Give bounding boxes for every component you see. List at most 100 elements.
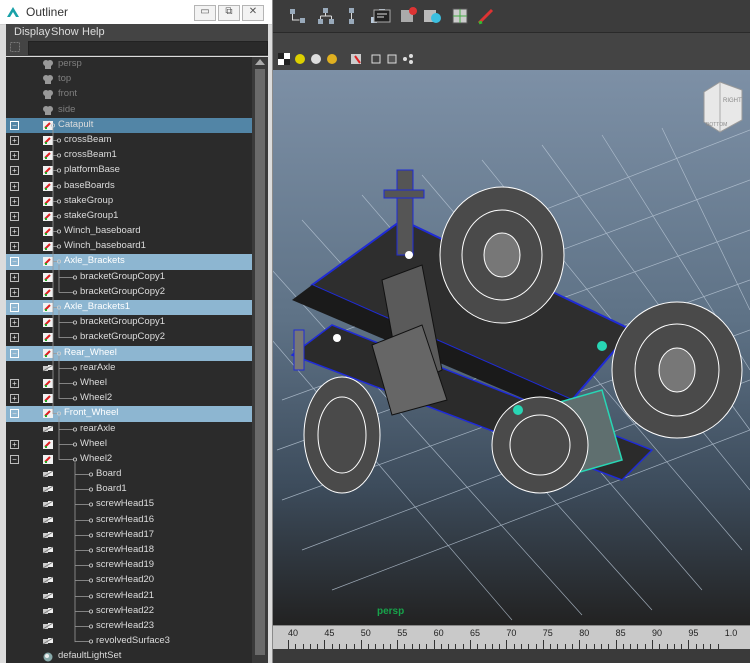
checker-icon[interactable] (278, 53, 290, 65)
timeline-tick-label: 1.0 (724, 628, 738, 638)
outliner-item[interactable]: + baseBoards (6, 179, 252, 194)
outliner-item-label: persp (58, 58, 82, 69)
outliner-item-label: Winch_baseboard1 (64, 240, 146, 252)
timeline-tick-label: 85 (615, 628, 626, 638)
camera-icon (43, 90, 53, 100)
outliner-item[interactable]: top (6, 72, 252, 87)
camera-label: persp (377, 606, 405, 617)
scroll-up-arrow[interactable] (255, 59, 265, 65)
outliner-item[interactable]: − Rear_Wheel (6, 345, 252, 361)
sphere-icon[interactable] (422, 6, 442, 26)
outliner-item[interactable]: − Front_Wheel (6, 406, 252, 422)
close-button[interactable]: ✕ (242, 5, 264, 21)
restore-button[interactable]: ⧉ (218, 5, 240, 21)
camera-icon (43, 60, 53, 69)
cube-icon[interactable] (450, 6, 470, 26)
menu-display[interactable]: Display (14, 26, 50, 38)
outliner-item-label: screwHead21 (96, 589, 155, 601)
outliner-item[interactable]: + bracketGroupCopy1 (6, 270, 252, 285)
outliner-item-label: side (58, 103, 76, 115)
outliner-item-label: front (58, 88, 78, 100)
outliner-item[interactable]: Board (6, 467, 252, 482)
outliner-item[interactable]: screwHead15 (6, 497, 252, 512)
outliner-item[interactable]: screwHead19 (6, 558, 252, 573)
tree-connector (53, 153, 62, 158)
outliner-item[interactable]: + stakeGroup (6, 194, 252, 209)
outliner-item[interactable]: + stakeGroup1 (6, 209, 252, 224)
outliner-item[interactable]: − Wheel2 (6, 452, 252, 467)
hierarchy-icon[interactable] (288, 6, 308, 26)
outliner-item[interactable]: persp (6, 57, 252, 72)
display-icon[interactable] (372, 6, 392, 26)
outliner-item-label: bracketGroupCopy2 (80, 285, 166, 297)
cube-icon[interactable] (370, 53, 382, 65)
tree-connector (53, 184, 62, 189)
timeline-tick-label: 50 (360, 628, 371, 638)
outliner-item-label: baseBoards (64, 179, 115, 191)
outliner-item[interactable]: screwHead22 (6, 604, 252, 619)
outliner-item[interactable]: revolvedSurface3 (6, 634, 252, 649)
perspective-viewport[interactable]: RIGHT BOTTOM persp (272, 70, 750, 625)
outliner-item[interactable]: side (6, 103, 252, 118)
outliner-item[interactable]: + crossBeam (6, 133, 252, 148)
menu-show[interactable]: Show (51, 26, 79, 38)
outliner-item[interactable]: screwHead23 (6, 619, 252, 634)
share-icon[interactable] (402, 53, 414, 65)
outliner-item[interactable]: + Winch_baseboard (6, 224, 252, 239)
light-bulb-icon[interactable] (326, 53, 338, 65)
outliner-item[interactable]: − Catapult (6, 117, 252, 133)
outliner-item[interactable]: rearAxle (6, 422, 252, 437)
outliner-item[interactable]: + bracketGroupCopy2 (6, 285, 252, 300)
outliner-item[interactable]: screwHead21 (6, 589, 252, 604)
cube-icon[interactable] (386, 53, 398, 65)
outliner-item-label: Wheel2 (80, 392, 113, 404)
hierarchy-icon[interactable] (342, 6, 362, 26)
outliner-item[interactable]: rearAxle (6, 361, 252, 376)
outliner-item[interactable]: + crossBeam1 (6, 148, 252, 163)
scrollbar[interactable] (252, 57, 268, 663)
viewport-scene: RIGHT BOTTOM (272, 81, 750, 621)
paint-icon[interactable] (476, 6, 496, 26)
light-icon[interactable] (398, 6, 418, 26)
outliner-item[interactable]: + bracketGroupCopy1 (6, 315, 252, 330)
outliner-item-label: Board1 (96, 483, 127, 495)
outliner-item[interactable]: + platformBase (6, 163, 252, 178)
tree-connector (53, 214, 62, 219)
lightset-icon (43, 652, 53, 662)
outliner-item[interactable]: + Winch_baseboard1 (6, 239, 252, 254)
outliner-item-label: screwHead23 (96, 619, 155, 631)
outliner-item[interactable]: screwHead17 (6, 528, 252, 543)
tree-connector (53, 351, 62, 356)
minimize-button[interactable]: ▭ (194, 5, 216, 21)
scroll-thumb[interactable] (255, 69, 265, 655)
time-slider[interactable]: 40 45 50 55 60 65 70 75 80 85 90 95 1.0 (272, 625, 750, 650)
light-bulb-icon[interactable] (294, 53, 306, 65)
outliner-item-label: defaultLightSet (58, 650, 122, 662)
timeline-tick-label: 90 (652, 628, 663, 638)
search-input[interactable] (28, 41, 268, 55)
menu-help[interactable]: Help (82, 26, 105, 38)
outliner-item[interactable]: screwHead18 (6, 543, 252, 558)
outliner-item[interactable]: defaultLightSet (6, 649, 252, 663)
hierarchy-icon[interactable] (316, 6, 336, 26)
outliner-item[interactable]: + Wheel (6, 437, 252, 452)
outliner-item-label: Axle_Brackets (64, 255, 125, 267)
range-slider[interactable] (272, 649, 750, 663)
outliner-item[interactable]: screwHead20 (6, 573, 252, 588)
outliner-item[interactable]: Board1 (6, 482, 252, 497)
outliner-item-label: bracketGroupCopy2 (80, 331, 166, 343)
outliner-item[interactable]: + Wheel (6, 376, 252, 391)
filter-icon[interactable] (10, 42, 20, 52)
outliner-item[interactable]: + bracketGroupCopy2 (6, 330, 252, 345)
tree-connector (53, 168, 62, 173)
select-icon[interactable] (350, 53, 362, 65)
sphere-icon[interactable] (310, 53, 322, 65)
outliner-item-label: Rear_Wheel (64, 346, 117, 358)
outliner-item[interactable]: screwHead16 (6, 513, 252, 528)
outliner-item[interactable]: − Axle_Brackets1 (6, 300, 252, 316)
outliner-item-label: stakeGroup (64, 194, 114, 206)
outliner-item[interactable]: − Axle_Brackets (6, 254, 252, 270)
outliner-item[interactable]: + Wheel2 (6, 391, 252, 406)
outliner-item[interactable]: front (6, 87, 252, 102)
outliner-title-bar[interactable]: Outliner ▭ ⧉ ✕ (0, 0, 272, 25)
